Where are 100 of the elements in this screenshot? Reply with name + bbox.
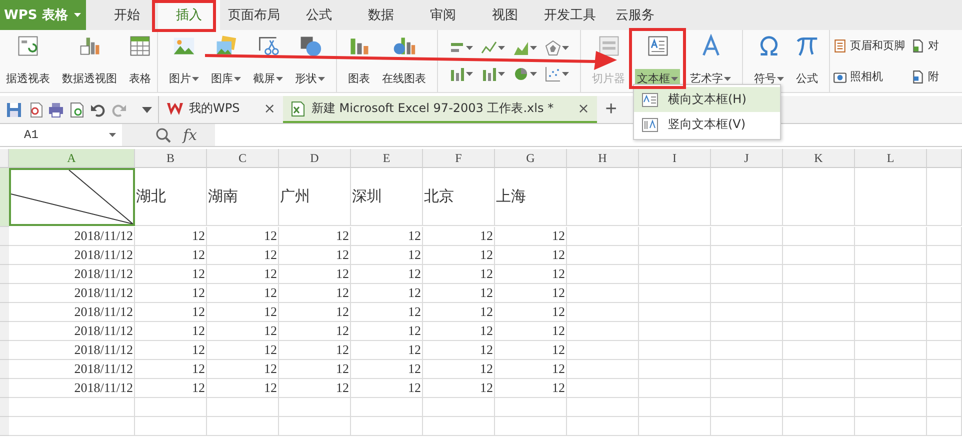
chart-type-button[interactable] <box>481 66 505 82</box>
table-cell: 12 <box>495 227 567 246</box>
ribbon-button[interactable]: 据透视表 <box>2 30 54 92</box>
chart-type-button[interactable] <box>545 66 569 82</box>
document-tab[interactable]: 新建 Microsoft Excel 97-2003 工作表.xls * × <box>283 96 598 123</box>
name-box[interactable]: A1 <box>0 124 122 146</box>
column-header[interactable]: L <box>855 149 927 168</box>
ribbon-button[interactable]: 截屏 <box>249 30 287 92</box>
menu-tab[interactable]: 数据 <box>350 0 412 30</box>
save-icon[interactable] <box>6 102 22 118</box>
column-header[interactable]: F <box>423 149 495 168</box>
chart-type-button[interactable] <box>513 66 537 82</box>
ribbon-small-button[interactable]: 附 <box>910 68 940 85</box>
function-button[interactable]: fx <box>183 126 198 144</box>
table-cell: 12 <box>279 303 351 322</box>
menu-tab[interactable]: 开发工具 <box>536 0 604 30</box>
table-cell: 12 <box>207 322 279 341</box>
document-tab[interactable]: 我的WPS × <box>159 96 284 123</box>
print-preview-icon[interactable] <box>69 102 85 118</box>
table-cell: 12 <box>207 265 279 284</box>
ribbon-button[interactable]: 数据透视图 <box>58 30 121 92</box>
table-cell: 12 <box>423 360 495 379</box>
table-cell: 12 <box>423 341 495 360</box>
table-cell <box>783 417 855 436</box>
menu-item[interactable]: 竖向文本框(V) <box>634 112 780 137</box>
table-cell: 12 <box>423 265 495 284</box>
table-cell <box>567 227 639 246</box>
column-header[interactable]: H <box>567 149 639 168</box>
table-cell <box>855 168 927 226</box>
table-cell: 12 <box>351 227 423 246</box>
table-cell <box>279 417 351 436</box>
table-icon <box>128 34 152 58</box>
highlight-frame <box>629 28 686 89</box>
table-cell: 12 <box>135 341 207 360</box>
chart-type-button[interactable] <box>449 66 473 82</box>
ribbon-button[interactable]: 图片 <box>165 30 203 92</box>
table-cell: 北京 <box>423 168 495 226</box>
menu-tab[interactable]: 云服务 <box>604 0 666 30</box>
column-header[interactable]: B <box>135 149 207 168</box>
table-cell <box>855 379 927 398</box>
column-header[interactable]: C <box>207 149 279 168</box>
table-cell <box>711 168 783 226</box>
chart-type-button[interactable] <box>513 40 537 56</box>
chart-type-button[interactable] <box>545 40 569 56</box>
table-cell <box>639 360 711 379</box>
dropdown-icon[interactable] <box>142 106 152 112</box>
table-cell <box>207 398 279 417</box>
table-cell: 12 <box>495 322 567 341</box>
ribbon-small-button[interactable]: 照相机 <box>832 68 906 85</box>
print-icon[interactable] <box>48 102 64 118</box>
column-header[interactable]: G <box>495 149 567 168</box>
table-cell <box>855 227 927 246</box>
caret-icon <box>318 76 325 80</box>
column-header[interactable]: J <box>711 149 783 168</box>
column-header[interactable]: A <box>9 149 135 168</box>
column-header[interactable]: D <box>279 149 351 168</box>
table-cell <box>639 417 711 436</box>
column-header[interactable]: K <box>783 149 855 168</box>
menu-tab[interactable]: 公式 <box>288 0 350 30</box>
table-cell <box>135 417 207 436</box>
wps-logo-icon <box>167 102 183 114</box>
menu-tab[interactable]: 审阅 <box>412 0 474 30</box>
table-cell: 12 <box>423 303 495 322</box>
menu-item[interactable]: 横向文本框(H) <box>634 87 780 112</box>
menu-tab[interactable]: 开始 <box>96 0 158 30</box>
table-cell <box>567 303 639 322</box>
table-cell <box>639 303 711 322</box>
table-cell <box>423 398 495 417</box>
table-cell <box>927 398 962 417</box>
ribbon-button[interactable]: 表格 <box>125 30 155 92</box>
table-cell <box>567 379 639 398</box>
chart-type-button[interactable] <box>481 40 505 56</box>
menu-tab[interactable]: 页面布局 <box>220 0 288 30</box>
close-icon[interactable]: × <box>578 100 590 116</box>
table-cell <box>927 379 962 398</box>
ribbon-button[interactable]: 图表 <box>344 30 374 92</box>
close-icon[interactable]: × <box>264 100 276 116</box>
column-chart-icon <box>449 66 465 82</box>
ribbon-small-button[interactable]: 对 <box>910 37 940 54</box>
table-cell: 12 <box>423 246 495 265</box>
ribbon-button[interactable]: 公式 <box>792 30 822 92</box>
table-cell <box>711 227 783 246</box>
ribbon-small-button[interactable]: 页眉和页脚 <box>832 37 906 54</box>
menu-tab[interactable]: 视图 <box>474 0 536 30</box>
table-cell: 湖南 <box>207 168 279 226</box>
zoom-icon[interactable] <box>156 128 171 142</box>
table-cell <box>639 341 711 360</box>
new-tab-button[interactable]: + <box>597 96 625 123</box>
table-cell <box>351 398 423 417</box>
table-cell <box>783 284 855 303</box>
table-cell <box>711 379 783 398</box>
table-cell: 12 <box>207 379 279 398</box>
table-cell: 12 <box>135 265 207 284</box>
table-cell <box>639 168 711 226</box>
table-cell <box>567 360 639 379</box>
column-header[interactable]: E <box>351 149 423 168</box>
column-header[interactable]: I <box>639 149 711 168</box>
caret-icon <box>234 76 241 80</box>
table-cell: 12 <box>423 227 495 246</box>
table-cell <box>855 303 927 322</box>
